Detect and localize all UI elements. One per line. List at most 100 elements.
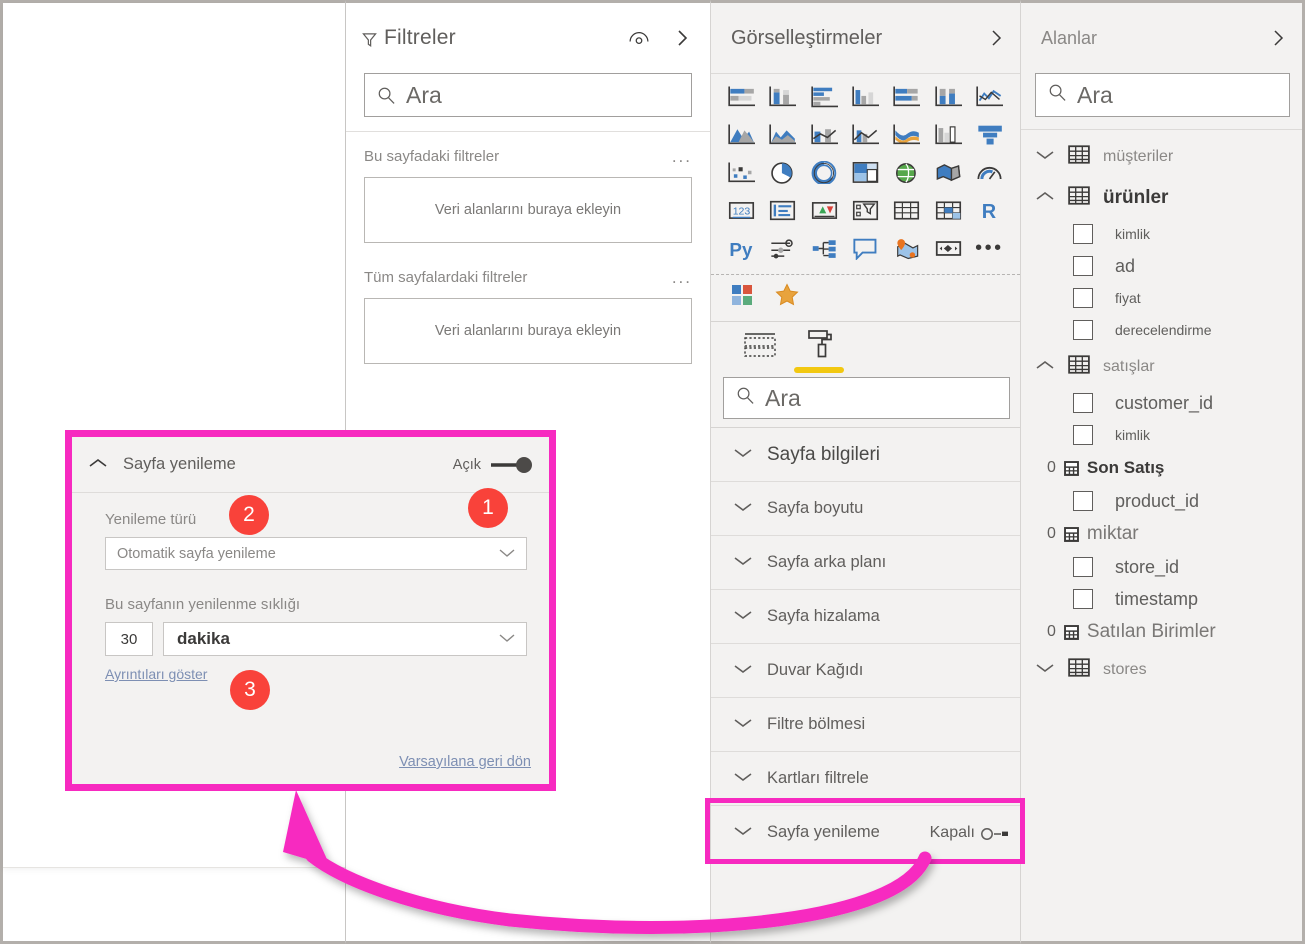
chevron-down-icon[interactable] [1035,661,1055,679]
field-row[interactable]: fiyat [1021,282,1302,314]
r-script-visual-icon[interactable]: R [969,192,1010,228]
stacked-area-chart-icon[interactable] [762,116,803,152]
stacked-bar-chart-icon[interactable] [721,78,762,114]
100-stacked-column-chart-icon[interactable] [927,78,968,114]
format-section-row[interactable]: Kartları filtrele [711,752,1020,806]
field-checkbox[interactable] [1073,425,1093,445]
get-more-visuals-icon[interactable] [731,284,753,311]
measure-checkbox[interactable]: 0 [1047,525,1056,543]
filters-on-all-pages-dropzone[interactable]: Veri alanlarını buraya ekleyin [364,298,692,364]
measure-checkbox[interactable]: 0 [1047,623,1056,641]
gauge-icon[interactable] [969,154,1010,190]
measure-row[interactable]: 0 Son Satış [1021,451,1302,485]
chevron-down-icon[interactable] [1035,148,1055,166]
format-section-row[interactable]: Sayfa arka planı [711,536,1020,590]
refresh-frequency-unit-dropdown[interactable]: dakika [163,622,527,656]
fields-table-row[interactable]: ürünler [1021,177,1302,218]
clustered-column-chart-icon[interactable] [845,78,886,114]
field-row[interactable]: customer_id [1021,387,1302,419]
field-checkbox[interactable] [1073,393,1093,413]
funnel-chart-icon[interactable] [969,116,1010,152]
chevron-up-icon[interactable] [1035,358,1055,376]
revert-to-default-link[interactable]: Varsayılana geri dön [399,754,531,770]
line-clustered-column-chart-icon[interactable] [845,116,886,152]
donut-chart-icon[interactable] [804,154,845,190]
treemap-icon[interactable] [845,154,886,190]
key-influencers-icon[interactable] [762,230,803,266]
page-refresh-toggle[interactable]: Açık [453,456,535,474]
field-row[interactable]: product_id [1021,485,1302,517]
paginated-report-icon[interactable] [927,230,968,266]
waterfall-chart-icon[interactable] [927,116,968,152]
fields-table-row[interactable]: müşteriler [1021,136,1302,177]
scatter-chart-icon[interactable] [721,154,762,190]
favorite-visuals-icon[interactable] [775,283,799,311]
format-section-row[interactable]: Sayfa boyutu [711,482,1020,536]
python-visual-icon[interactable]: Py [721,230,762,266]
page-refresh-card-header[interactable]: Sayfa yenileme Açık [72,437,549,493]
show-details-link[interactable]: Ayrıntıları göster [105,666,207,682]
format-section-row[interactable]: Sayfa yenileme Kapalı [711,806,1020,860]
field-row[interactable]: derecelendirme [1021,314,1302,346]
fields-search-input[interactable]: Ara [1035,73,1290,117]
clustered-bar-chart-icon[interactable] [804,78,845,114]
measure-row[interactable]: 0 miktar [1021,517,1302,551]
field-checkbox[interactable] [1073,288,1093,308]
ribbon-chart-icon[interactable] [886,116,927,152]
chevron-right-icon[interactable] [990,28,1004,48]
format-section-row[interactable]: Filtre bölmesi [711,698,1020,752]
visualization-type-gallery[interactable]: 123 R Py ••• [711,73,1020,274]
eye-icon[interactable] [628,30,650,46]
field-row[interactable]: kimlik [1021,419,1302,451]
format-tab[interactable] [794,328,844,373]
map-icon[interactable] [886,154,927,190]
chevron-up-icon[interactable] [88,456,108,474]
format-search-input[interactable]: Ara [723,377,1010,419]
stacked-column-chart-icon[interactable] [762,78,803,114]
refresh-type-dropdown[interactable]: Otomatik sayfa yenileme [105,537,527,570]
line-chart-icon[interactable] [969,78,1010,114]
format-section-row[interactable]: Sayfa hizalama [711,590,1020,644]
filters-search-input[interactable]: Ara [364,73,692,117]
fields-table-row[interactable]: stores [1021,649,1302,690]
100-stacked-bar-chart-icon[interactable] [886,78,927,114]
format-section-row[interactable]: Sayfa bilgileri [711,428,1020,482]
filled-map-icon[interactable] [927,154,968,190]
measure-checkbox[interactable]: 0 [1047,459,1056,477]
area-chart-icon[interactable] [721,116,762,152]
field-checkbox[interactable] [1073,256,1093,276]
more-visuals-icon[interactable]: ••• [969,230,1010,266]
matrix-icon[interactable] [927,192,968,228]
fields-tree[interactable]: müşteriler ürünler kimlik ad fiyat derecelend… [1021,129,1302,690]
field-checkbox[interactable] [1073,589,1093,609]
table-icon[interactable] [886,192,927,228]
multi-row-card-icon[interactable] [762,192,803,228]
field-row[interactable]: store_id [1021,551,1302,583]
fields-tab[interactable] [743,330,777,373]
slicer-icon[interactable] [845,192,886,228]
field-checkbox[interactable] [1073,320,1093,340]
field-checkbox[interactable] [1073,224,1093,244]
filters-on-all-pages-more-button[interactable]: ... [672,269,692,286]
format-section-toggle[interactable]: Kapalı [930,824,1008,842]
pie-chart-icon[interactable] [762,154,803,190]
format-section-row[interactable]: Duvar Kağıdı [711,644,1020,698]
field-row[interactable]: timestamp [1021,583,1302,615]
chevron-up-icon[interactable] [1035,189,1055,207]
decomposition-tree-icon[interactable] [804,230,845,266]
refresh-frequency-input[interactable]: 30 [105,622,153,656]
field-checkbox[interactable] [1073,491,1093,511]
arcgis-map-icon[interactable] [886,230,927,266]
card-icon[interactable]: 123 [721,192,762,228]
field-row[interactable]: kimlik [1021,218,1302,250]
field-checkbox[interactable] [1073,557,1093,577]
chevron-right-icon[interactable] [1272,28,1286,48]
kpi-icon[interactable] [804,192,845,228]
fields-table-row[interactable]: satışlar [1021,346,1302,387]
filters-on-this-page-more-button[interactable]: ... [672,148,692,165]
field-row[interactable]: ad [1021,250,1302,282]
chevron-right-icon[interactable] [676,28,690,48]
filters-on-this-page-dropzone[interactable]: Veri alanlarını buraya ekleyin [364,177,692,243]
qa-visual-icon[interactable] [845,230,886,266]
line-stacked-column-chart-icon[interactable] [804,116,845,152]
